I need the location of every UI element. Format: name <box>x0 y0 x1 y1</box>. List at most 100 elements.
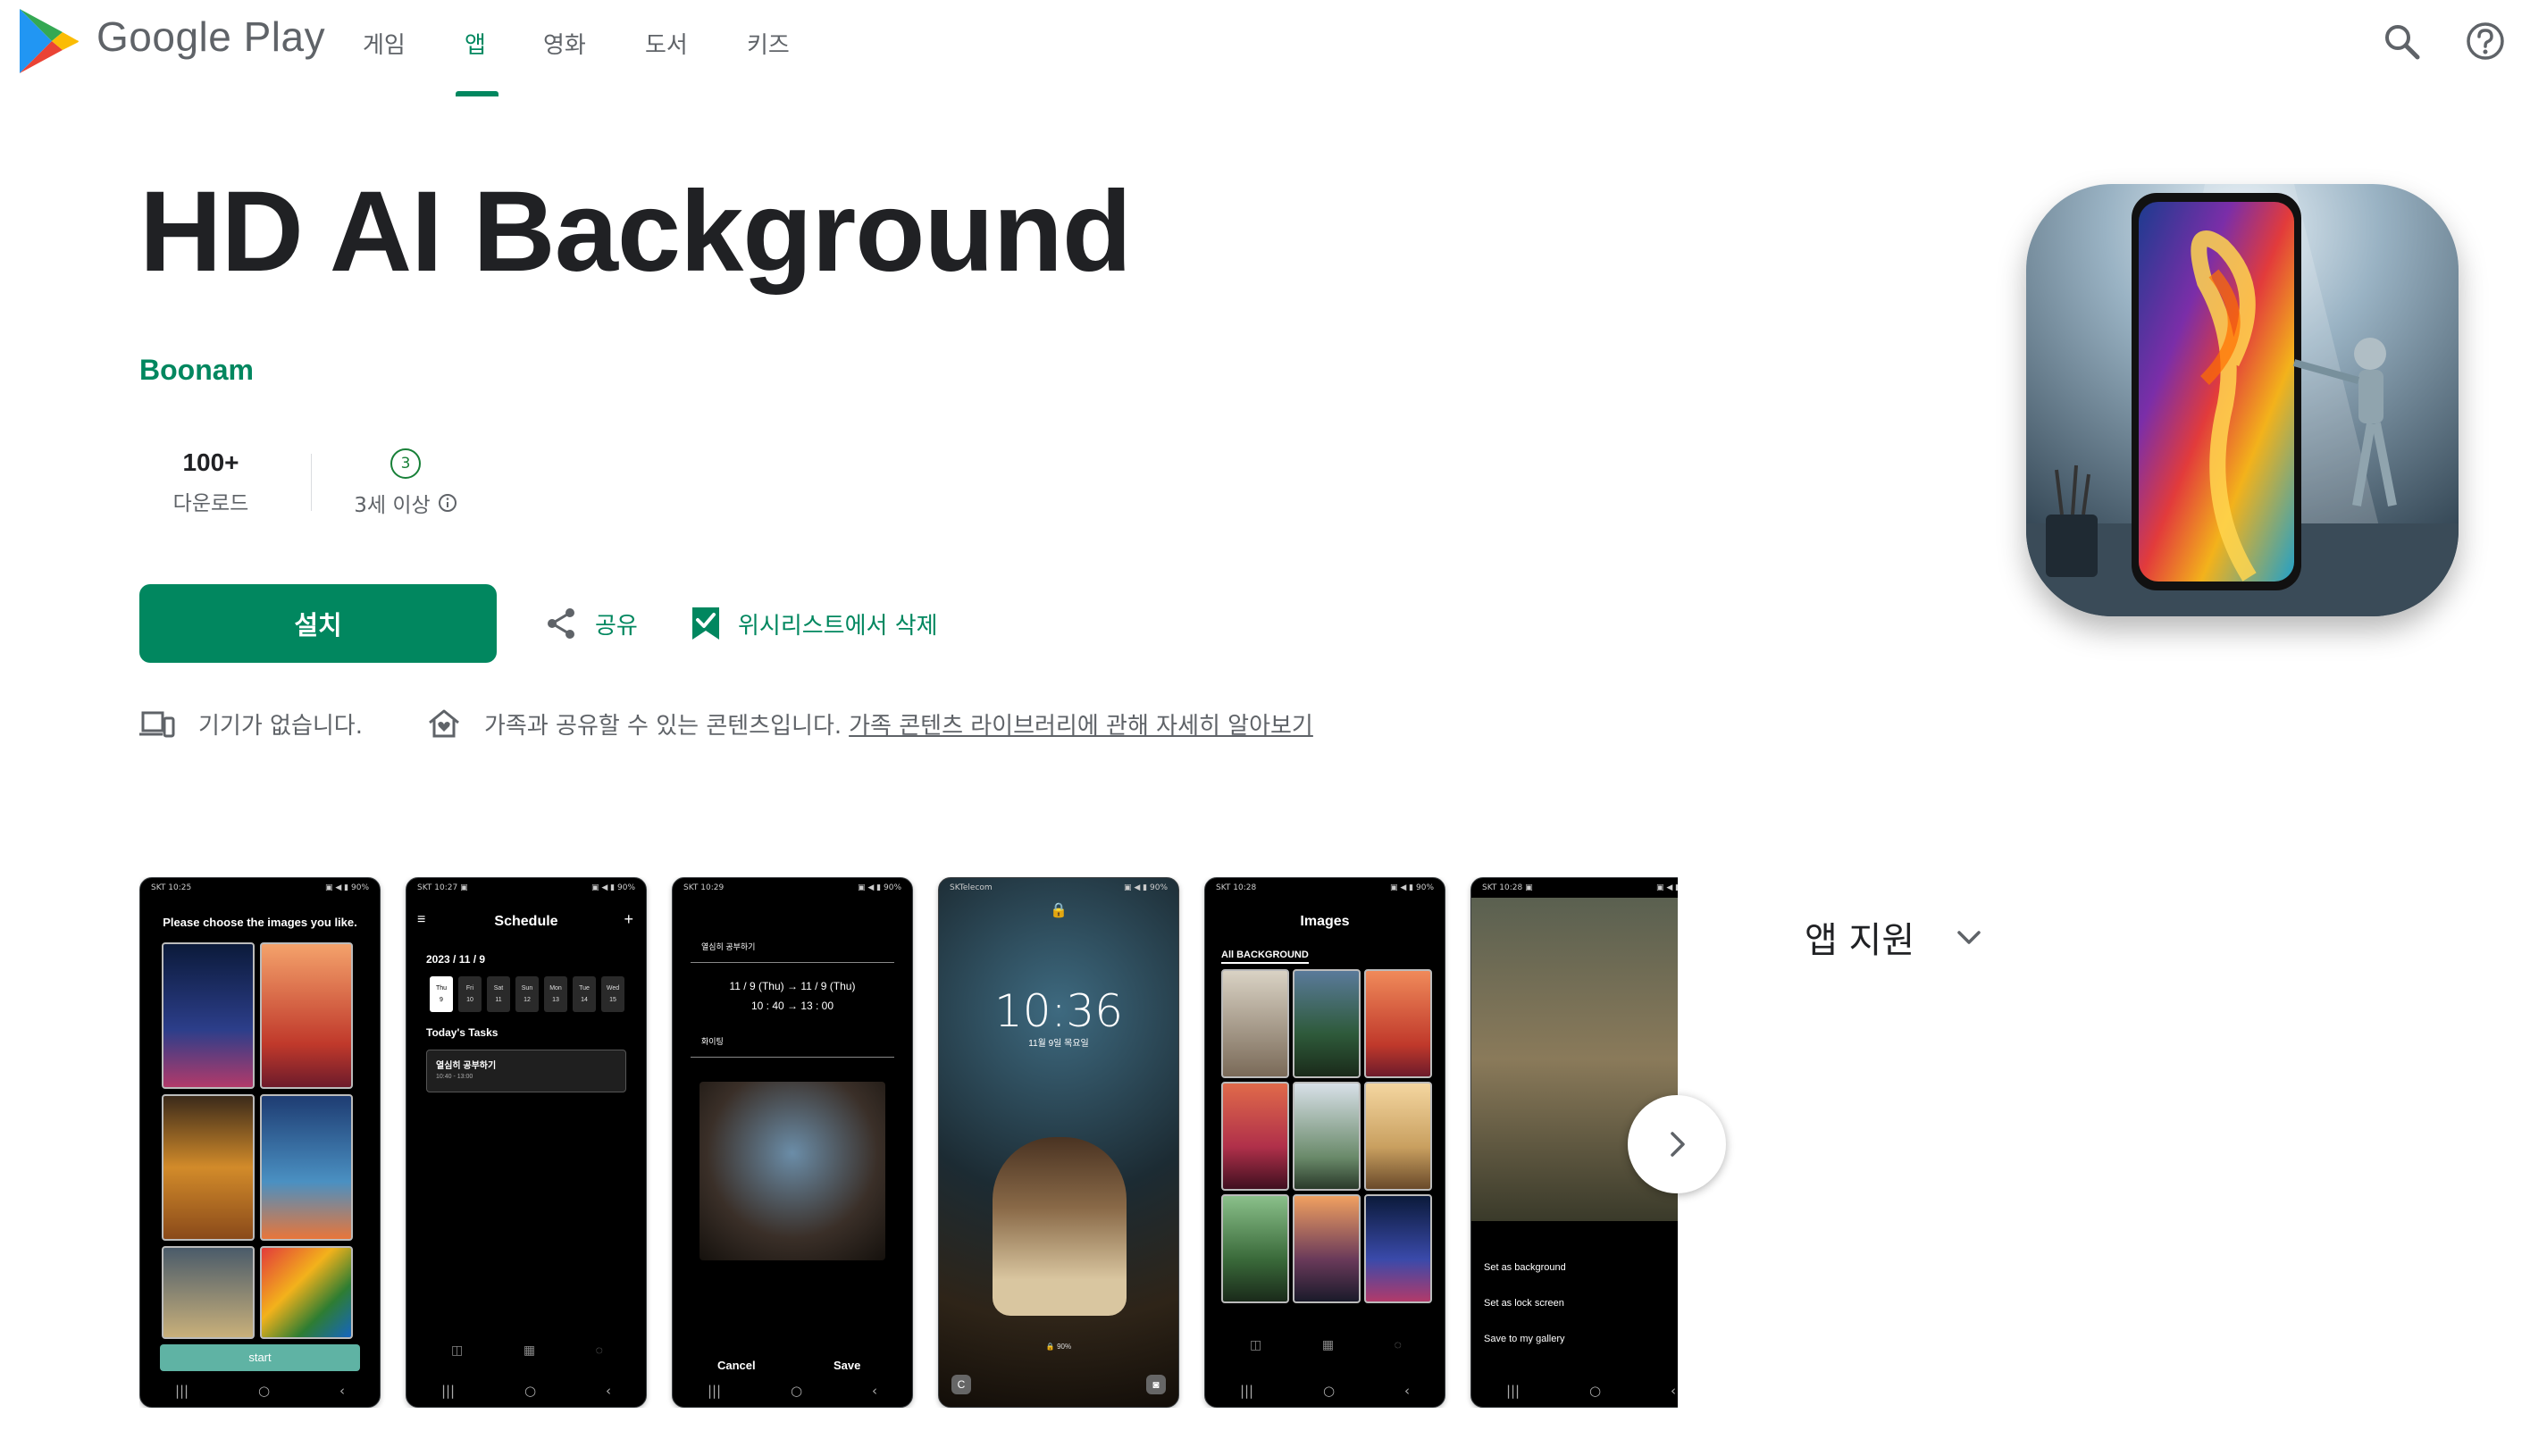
task-title: 열심히 공부하기 <box>436 1061 497 1071</box>
google-play-logo-icon[interactable] <box>16 7 80 75</box>
task-note: 화이팅 <box>701 1037 724 1046</box>
day-cell: Sat 11 <box>487 976 510 1012</box>
chevron-down-icon <box>1957 931 1981 944</box>
app-title: HD AI Background <box>139 168 1132 296</box>
nav-tab-apps[interactable]: 앱 <box>465 27 486 60</box>
task-card: 열심히 공부하기 10:40 - 13:00 <box>426 1050 626 1092</box>
task-time: 10:40 - 13:00 <box>436 1074 473 1080</box>
status-bar-left: SKT 10:29 <box>683 883 725 892</box>
status-bar-right: ▣ ◀ ▮ 90% <box>858 883 901 892</box>
app-support-section[interactable]: 앱 지원 <box>1805 911 1984 963</box>
day-label: Sat <box>493 985 504 992</box>
option-set-background: Set as background <box>1484 1262 1566 1273</box>
android-nav-bar: ||| ○ ‹ <box>174 1383 346 1399</box>
lockscreen-clock: 10:36 <box>993 985 1124 1037</box>
image-tile <box>1364 969 1432 1078</box>
developer-link[interactable]: Boonam <box>139 354 254 387</box>
screenshot-5[interactable]: SKT 10:28 ▣ ◀ ▮ 90% Images All BACKGROUN… <box>1204 877 1445 1408</box>
phone-shortcut-icon: C <box>951 1375 971 1394</box>
camera-shortcut-icon: ◙ <box>1146 1375 1166 1394</box>
day-number: 14 <box>581 997 588 1003</box>
day-label: Mon <box>549 985 562 992</box>
device-notice: 기기가 없습니다. <box>139 704 363 743</box>
active-tab-indicator <box>456 91 498 96</box>
status-bar-right: ▣ ◀ ▮ 90% <box>591 883 635 892</box>
stat-divider <box>311 454 312 511</box>
option-save-gallery: Save to my gallery <box>1484 1334 1565 1344</box>
status-bar-left: SKT 10:27 ▣ <box>417 883 468 892</box>
search-icon[interactable] <box>2380 20 2423 63</box>
screenshot-1[interactable]: SKT 10:25 ▣ ◀ ▮ 90% Please choose the im… <box>139 877 381 1408</box>
day-number: 13 <box>552 997 559 1003</box>
image-tile <box>162 1094 255 1241</box>
day-label: Thu <box>435 985 448 992</box>
tasks-heading: Today's Tasks <box>426 1026 498 1039</box>
carousel-next-button[interactable] <box>1628 1095 1726 1193</box>
bookmark-check-icon <box>692 607 719 640</box>
day-number: 15 <box>609 997 616 1003</box>
nav-tab-books[interactable]: 도서 <box>645 27 688 60</box>
info-icon[interactable] <box>438 493 457 513</box>
status-bar-right: ▣ ◀ ▮ 90% <box>1390 883 1434 892</box>
day-cell: Sun 12 <box>515 976 539 1012</box>
family-home-icon <box>429 709 459 738</box>
schedule-date: 2023 / 11 / 9 <box>426 953 486 966</box>
android-nav-bar: ||| ○ ‹ <box>440 1383 612 1399</box>
content-rating-stat: 3 3세 이상 <box>343 448 468 518</box>
status-bar-left: SKT 10:28 <box>1216 883 1257 892</box>
nav-tab-kids[interactable]: 키즈 <box>747 27 790 60</box>
share-label: 공유 <box>595 612 638 640</box>
save-label: Save <box>834 1359 861 1372</box>
android-nav-bar: ||| ○ ‹ <box>1505 1383 1677 1399</box>
screenshot-2[interactable]: SKT 10:27 ▣ ▣ ◀ ▮ 90% ≡ Schedule + 2023 … <box>406 877 647 1408</box>
device-notice-text: 기기가 없습니다. <box>198 712 363 740</box>
start-button: start <box>160 1344 360 1371</box>
help-icon[interactable] <box>2464 20 2507 63</box>
bottom-tab-icons: ◫ ▦ ◌ <box>451 1343 603 1357</box>
option-set-lock-screen: Set as lock screen <box>1484 1298 1564 1309</box>
brand-name[interactable]: Google Play <box>96 13 325 61</box>
time-range: 10 : 40 → 13 : 00 <box>750 1000 834 1012</box>
chevron-right-icon <box>1671 1132 1685 1157</box>
image-tile <box>1221 1082 1289 1191</box>
day-cell: Thu 9 <box>430 976 453 1012</box>
family-library-link[interactable]: 가족 콘텐츠 라이브러리에 관해 자세히 알아보기 <box>849 707 1313 741</box>
screenshot-3[interactable]: SKT 10:29 ▣ ◀ ▮ 90% 열심히 공부하기 11 / 9 (Thu… <box>672 877 913 1408</box>
wishlist-label: 위시리스트에서 삭제 <box>738 612 938 640</box>
downloads-stat: 100+ 다운로드 <box>157 448 264 516</box>
downloads-label: 다운로드 <box>172 492 249 515</box>
screenshot-carousel[interactable]: SKT 10:25 ▣ ◀ ▮ 90% Please choose the im… <box>139 877 1678 1408</box>
devices-icon <box>139 711 175 738</box>
app-support-label: 앱 지원 <box>1805 920 1915 961</box>
image-tile <box>162 1246 255 1339</box>
image-tile <box>162 942 255 1089</box>
image-tile <box>1293 1082 1361 1191</box>
day-number: 11 <box>495 997 502 1003</box>
image-tile <box>260 1246 353 1339</box>
top-app-bar: Google Play 게임 앱 영화 도서 키즈 <box>0 0 2530 100</box>
status-bar-right: ▣ ◀ ▮ 90% <box>1656 883 1678 892</box>
date-range: 11 / 9 (Thu) → 11 / 9 (Thu) <box>729 980 856 992</box>
week-strip: Thu 9 Fri 10 Sat 11 Sun 12 Mon 13 Tue 14 Wed 15 <box>430 976 630 1012</box>
share-icon <box>548 608 574 639</box>
image-tile <box>1364 1194 1432 1303</box>
status-bar-left: SKTelecom <box>950 883 993 892</box>
day-number: 10 <box>466 997 473 1003</box>
screenshot-4[interactable]: SKTelecom ▣ ◀ ▮ 90% 🔒 10:36 11월 9일 목요일 🔒… <box>938 877 1179 1408</box>
nav-tab-movies[interactable]: 영화 <box>543 27 586 60</box>
day-number: 9 <box>440 997 443 1003</box>
app-icon <box>2026 184 2459 616</box>
image-tile <box>260 942 353 1089</box>
status-bar-left: SKT 10:25 <box>151 883 192 892</box>
wishlist-remove-button[interactable]: 위시리스트에서 삭제 <box>690 604 938 643</box>
nav-tab-games[interactable]: 게임 <box>363 27 406 60</box>
install-button[interactable]: 설치 <box>139 584 497 663</box>
share-button[interactable]: 공유 <box>543 604 638 643</box>
lockscreen-footer: 🔒 90% <box>1045 1343 1072 1351</box>
artwork-figure <box>993 1137 1127 1316</box>
image-tile <box>1364 1082 1432 1191</box>
lockscreen-date: 11월 9일 목요일 <box>1028 1039 1089 1049</box>
day-cell: Tue 14 <box>573 976 596 1012</box>
day-label: Tue <box>579 985 590 992</box>
day-number: 12 <box>524 997 531 1003</box>
